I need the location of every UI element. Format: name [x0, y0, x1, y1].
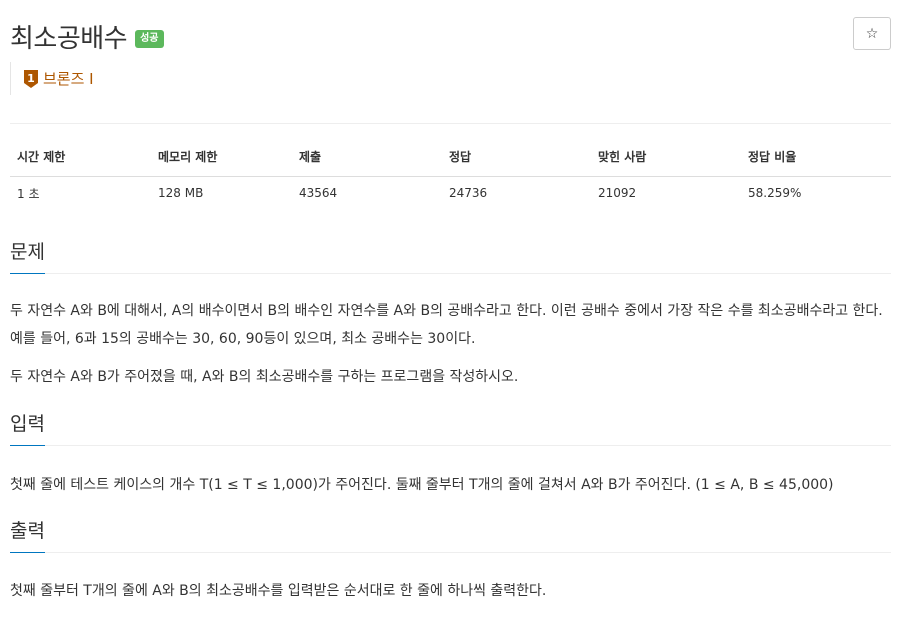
description-paragraph-1: 두 자연수 A와 B에 대해서, A의 배수이면서 B의 배수인 자연수를 A와… [10, 303, 883, 347]
star-icon: ☆ [865, 25, 879, 42]
description-heading: 문제 [10, 238, 45, 274]
header-solved-users: 맞힌 사람 [591, 140, 741, 177]
input-heading: 입력 [10, 410, 45, 446]
header-submissions: 제출 [292, 140, 442, 177]
header-memory-limit: 메모리 제한 [151, 140, 292, 177]
bronze-tier-icon: 1 [24, 69, 38, 88]
value-accept-ratio: 58.259% [748, 186, 802, 201]
table-header-row: 시간 제한 메모리 제한 제출 정답 맞힌 사람 정답 비율 [10, 140, 891, 177]
input-section-header: 입력 [10, 410, 891, 446]
tier-link[interactable]: 브론즈 I [43, 68, 94, 89]
value-memory-limit: 128 MB [158, 186, 204, 201]
description-paragraph-2: 두 자연수 A와 B가 주어졌을 때, A와 B의 최소공배수를 구하는 프로그… [10, 369, 519, 385]
input-paragraph: 첫째 줄에 테스트 케이스의 개수 T(1 ≤ T ≤ 1,000)가 주어진다… [10, 477, 834, 493]
divider [10, 123, 891, 124]
value-solved-users[interactable]: 21092 [591, 176, 741, 210]
table-row: 1 초 128 MB 43564 24736 21092 58.259% [10, 176, 891, 210]
value-accepted[interactable]: 24736 [442, 176, 591, 210]
problem-info-table: 시간 제한 메모리 제한 제출 정답 맞힌 사람 정답 비율 1 초 128 M… [10, 140, 891, 210]
header-accepted: 정답 [442, 140, 591, 177]
tier-number: 1 [27, 72, 35, 85]
output-section-header: 출력 [10, 517, 891, 553]
header-accept-ratio: 정답 비율 [741, 140, 891, 177]
output-heading: 출력 [10, 517, 45, 553]
description-section-header: 문제 [10, 238, 891, 274]
problem-title: 최소공배수 [10, 23, 128, 54]
problem-title-row: 최소공배수 성공 [10, 16, 164, 56]
status-badge: 성공 [135, 30, 164, 48]
favorite-star-button[interactable]: ☆ [853, 17, 891, 50]
output-paragraph: 첫째 줄부터 T개의 줄에 A와 B의 최소공배수를 입력받은 순서대로 한 줄… [10, 583, 547, 599]
value-submissions[interactable]: 43564 [292, 176, 442, 210]
tier-info: 1 브론즈 I [10, 62, 94, 95]
header-time-limit: 시간 제한 [10, 140, 151, 177]
value-time-limit: 1 초 [17, 186, 40, 201]
